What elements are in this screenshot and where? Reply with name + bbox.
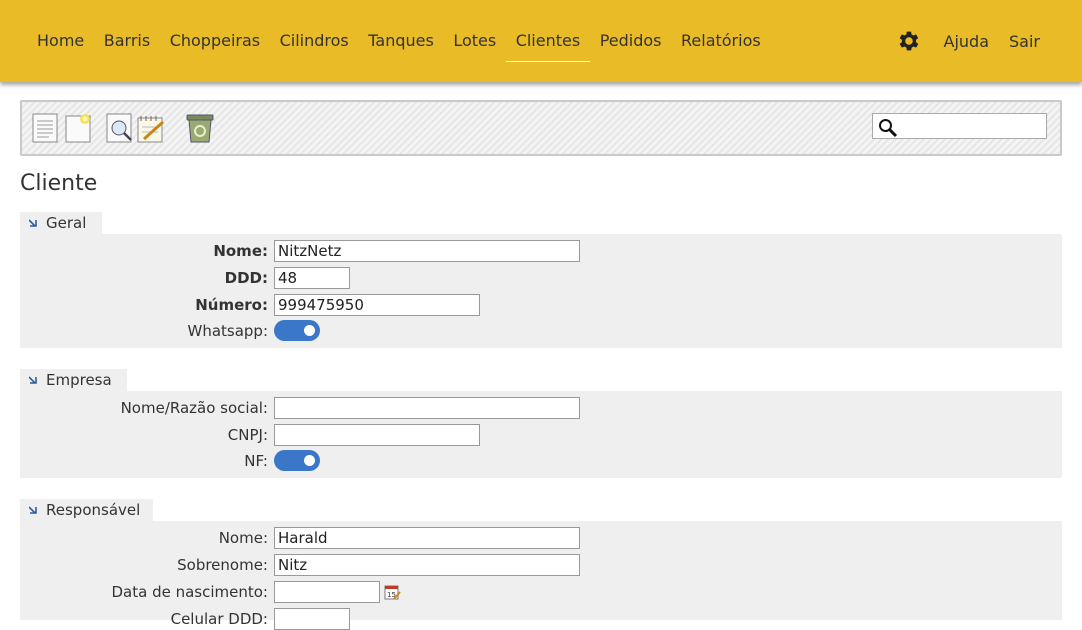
razao-social-field[interactable] (274, 397, 580, 419)
ddd-label: DDD: (224, 269, 268, 287)
numero-field[interactable] (274, 294, 480, 316)
sobrenome-field[interactable] (274, 554, 580, 576)
nf-label: NF: (244, 452, 268, 470)
logout-link[interactable]: Sair (999, 32, 1050, 51)
action-toolbar (20, 100, 1062, 156)
section-title: Geral (46, 214, 87, 232)
section-geral: Nome: DDD: Número: Whatsapp: (20, 234, 1062, 348)
section-tab-responsavel[interactable]: Responsável (20, 499, 153, 521)
celular-ddd-field[interactable] (274, 608, 350, 630)
nome-label: Nome: (213, 242, 268, 260)
responsavel-nome-field[interactable] (274, 527, 580, 549)
celular-ddd-label: Celular DDD: (170, 610, 268, 628)
page-title: Cliente (20, 171, 98, 196)
nav-lotes[interactable]: Lotes (443, 21, 506, 61)
edit-icon[interactable] (136, 112, 166, 144)
sobrenome-label: Sobrenome: (177, 556, 268, 574)
nome-field[interactable] (274, 240, 580, 262)
search-field[interactable] (872, 113, 1047, 139)
search-input[interactable] (899, 116, 1047, 138)
nav-tanques[interactable]: Tanques (358, 21, 444, 61)
section-title: Responsável (46, 501, 141, 519)
section-tab-empresa[interactable]: Empresa (20, 369, 127, 391)
search-document-icon[interactable] (105, 112, 135, 144)
razao-social-label: Nome/Razão social: (120, 399, 268, 417)
user-menu: Ajuda Sair (896, 0, 1050, 82)
help-link[interactable]: Ajuda (934, 32, 1000, 51)
nav-clientes[interactable]: Clientes (505, 21, 591, 62)
cnpj-field[interactable] (274, 424, 480, 446)
section-tab-geral[interactable]: Geral (20, 212, 102, 234)
nascimento-label: Data de nascimento: (111, 583, 269, 601)
nav-cilindros[interactable]: Cilindros (270, 21, 359, 61)
nav-home[interactable]: Home (27, 21, 94, 61)
nf-toggle[interactable] (274, 450, 320, 471)
list-icon[interactable] (31, 112, 61, 144)
ddd-field[interactable] (274, 267, 350, 289)
nascimento-field[interactable] (274, 581, 380, 603)
collapse-arrow-icon (29, 506, 37, 514)
collapse-arrow-icon (29, 376, 37, 384)
numero-label: Número: (195, 296, 268, 314)
magnifier-icon (879, 119, 898, 138)
whatsapp-toggle[interactable] (274, 320, 320, 341)
new-document-icon[interactable] (64, 112, 94, 144)
calendar-icon[interactable]: 15 (384, 584, 401, 600)
cnpj-label: CNPJ: (227, 426, 268, 444)
section-empresa: Nome/Razão social: CNPJ: NF: (20, 391, 1062, 478)
gear-icon[interactable] (896, 28, 922, 54)
recycle-bin-icon[interactable] (185, 112, 215, 144)
nav-choppeiras[interactable]: Choppeiras (160, 21, 270, 61)
nav-barris[interactable]: Barris (94, 21, 160, 61)
section-responsavel: Nome: Sobrenome: Data de nascimento: 15 … (20, 521, 1062, 630)
top-navigation-bar: Home Barris Choppeiras Cilindros Tanques… (0, 0, 1082, 82)
nav-pedidos[interactable]: Pedidos (590, 21, 672, 61)
section-title: Empresa (46, 371, 112, 389)
responsavel-nome-label: Nome: (218, 529, 268, 547)
whatsapp-label: Whatsapp: (187, 322, 268, 340)
main-menu: Home Barris Choppeiras Cilindros Tanques… (27, 0, 770, 82)
nav-relatorios[interactable]: Relatórios (671, 21, 771, 61)
collapse-arrow-icon (29, 219, 37, 227)
